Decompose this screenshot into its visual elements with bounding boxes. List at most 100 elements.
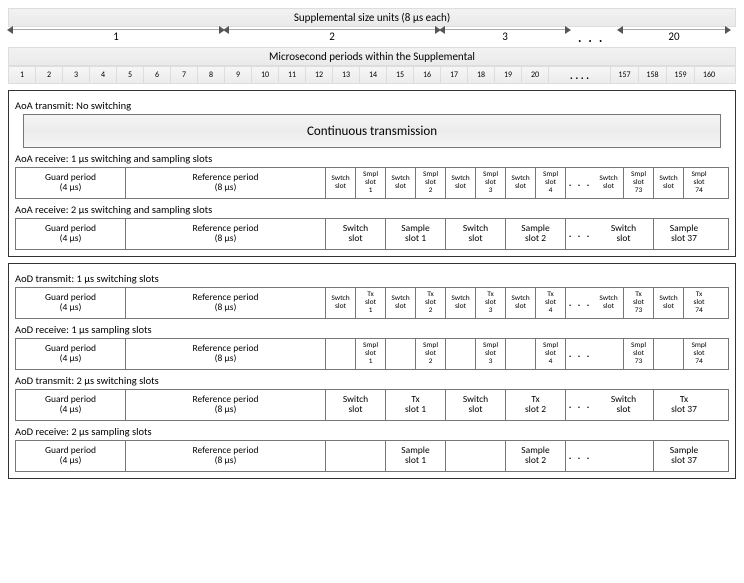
- slot-cell: Reference period(8 µs): [126, 441, 326, 471]
- ellipsis: . . .: [566, 168, 594, 198]
- continuous-transmission: Continuous transmission: [23, 114, 721, 148]
- tick: 16: [414, 67, 441, 83]
- slot-cell: Smplslot73: [624, 339, 654, 369]
- slot-cell: Reference period(8 µs): [126, 168, 326, 198]
- tick: 14: [360, 67, 387, 83]
- aoa-rx2-row: Guard period(4 µs)Reference period(8 µs)…: [15, 218, 729, 250]
- unit-seg-3: 3: [440, 29, 570, 47]
- slot-cell: Switchslot: [326, 390, 386, 420]
- microsecond-title: Microsecond periods within the Supplemen…: [8, 47, 736, 66]
- slot-cell: Reference period(8 µs): [126, 288, 326, 318]
- tick: 2: [36, 67, 63, 83]
- slot-cell: Switchslot: [326, 219, 386, 249]
- slot-cell: Sampleslot 37: [654, 219, 714, 249]
- slot-cell: Sampleslot 2: [506, 441, 566, 471]
- ellipsis: . . .: [566, 390, 594, 420]
- tick: 6: [144, 67, 171, 83]
- aod-tx2-title: AoD transmit: 2 µs switching slots: [15, 374, 729, 387]
- slot-cell: Swtchslot: [386, 288, 416, 318]
- blank-cell: [594, 441, 654, 471]
- unit-seg-2: 2: [224, 29, 440, 47]
- slot-cell: Sampleslot 2: [506, 219, 566, 249]
- tick: 10: [252, 67, 279, 83]
- slot-cell: Swtchslot: [326, 288, 356, 318]
- blank-cell: [654, 339, 684, 369]
- slot-cell: Swtchslot: [446, 288, 476, 318]
- slot-cell: Swtchslot: [506, 168, 536, 198]
- tick: 8: [198, 67, 225, 83]
- tick: 19: [495, 67, 522, 83]
- unit-seg-20: 20: [618, 29, 730, 47]
- tick: 11: [279, 67, 306, 83]
- tick: 159: [667, 67, 695, 83]
- slot-cell: Switchslot: [594, 219, 654, 249]
- slot-cell: Txslot73: [624, 288, 654, 318]
- slot-cell: Sampleslot 1: [386, 219, 446, 249]
- slot-cell: Guard period(4 µs): [16, 288, 126, 318]
- ellipsis: . . .: [566, 339, 594, 369]
- blank-cell: [326, 441, 386, 471]
- tick: 15: [387, 67, 414, 83]
- slot-cell: Reference period(8 µs): [126, 339, 326, 369]
- blank-cell: [386, 339, 416, 369]
- slot-cell: Smplslot1: [356, 339, 386, 369]
- slot-cell: Sampleslot 1: [386, 441, 446, 471]
- tick: 18: [468, 67, 495, 83]
- slot-cell: Guard period(4 µs): [16, 168, 126, 198]
- slot-cell: Switchslot: [446, 219, 506, 249]
- tick: 9: [225, 67, 252, 83]
- slot-cell: Smplslot74: [684, 339, 714, 369]
- tick: 3: [63, 67, 90, 83]
- aoa-rx2-title: AoA receive: 2 µs switching and sampling…: [15, 203, 729, 216]
- slot-cell: Txslot 2: [506, 390, 566, 420]
- tick: 7: [171, 67, 198, 83]
- tick: 17: [441, 67, 468, 83]
- aod-rx2-title: AoD receive: 2 µs sampling slots: [15, 425, 729, 438]
- slot-cell: Switchslot: [594, 390, 654, 420]
- ellipsis: . . .: [566, 288, 594, 318]
- supplemental-title: Supplemental size units (8 µs each): [8, 8, 736, 27]
- slot-cell: Guard period(4 µs): [16, 390, 126, 420]
- slot-cell: Guard period(4 µs): [16, 219, 126, 249]
- slot-cell: Txslot74: [684, 288, 714, 318]
- slot-cell: Txslot 37: [654, 390, 714, 420]
- blank-cell: [446, 339, 476, 369]
- slot-cell: Sampleslot 37: [654, 441, 714, 471]
- slot-cell: Smplslot3: [476, 339, 506, 369]
- aod-rx1-title: AoD receive: 1 µs sampling slots: [15, 323, 729, 336]
- slot-cell: Smplslot4: [536, 168, 566, 198]
- unit-scale: 1 2 3 20 . . .: [8, 29, 736, 47]
- tick: 4: [90, 67, 117, 83]
- slot-cell: Swtchslot: [326, 168, 356, 198]
- tick: 160: [695, 67, 723, 83]
- slot-cell: Swtchslot: [594, 168, 624, 198]
- unit-seg-1: 1: [8, 29, 224, 47]
- aoa-tx-title: AoA transmit: No switching: [15, 99, 729, 112]
- aod-tx2-row: Guard period(4 µs)Reference period(8 µs)…: [15, 389, 729, 421]
- dots-icon: . . .: [578, 31, 604, 46]
- blank-cell: [326, 339, 356, 369]
- tick: 5: [117, 67, 144, 83]
- aod-rx2-row: Guard period(4 µs)Reference period(8 µs)…: [15, 440, 729, 472]
- slot-cell: Swtchslot: [386, 168, 416, 198]
- slot-cell: Txslot3: [476, 288, 506, 318]
- ellipsis: . . .: [566, 441, 594, 471]
- slot-cell: Txslot2: [416, 288, 446, 318]
- aod-tx1-row: Guard period(4 µs)Reference period(8 µs)…: [15, 287, 729, 319]
- aod-section: AoD transmit: 1 µs switching slots Guard…: [8, 263, 736, 479]
- slot-cell: Smplslot2: [416, 168, 446, 198]
- slot-cell: Txslot4: [536, 288, 566, 318]
- slot-cell: Guard period(4 µs): [16, 441, 126, 471]
- slot-cell: Guard period(4 µs): [16, 339, 126, 369]
- blank-cell: [506, 339, 536, 369]
- tick: 13: [333, 67, 360, 83]
- slot-cell: Swtchslot: [594, 288, 624, 318]
- slot-cell: Smplslot74: [684, 168, 714, 198]
- blank-cell: [446, 441, 506, 471]
- tick-ellipsis: . . . .: [549, 67, 611, 83]
- slot-cell: Reference period(8 µs): [126, 219, 326, 249]
- aoa-rx1-row: Guard period(4 µs)Reference period(8 µs)…: [15, 167, 729, 199]
- slot-cell: Smplslot3: [476, 168, 506, 198]
- slot-cell: Smplslot73: [624, 168, 654, 198]
- slot-cell: Reference period(8 µs): [126, 390, 326, 420]
